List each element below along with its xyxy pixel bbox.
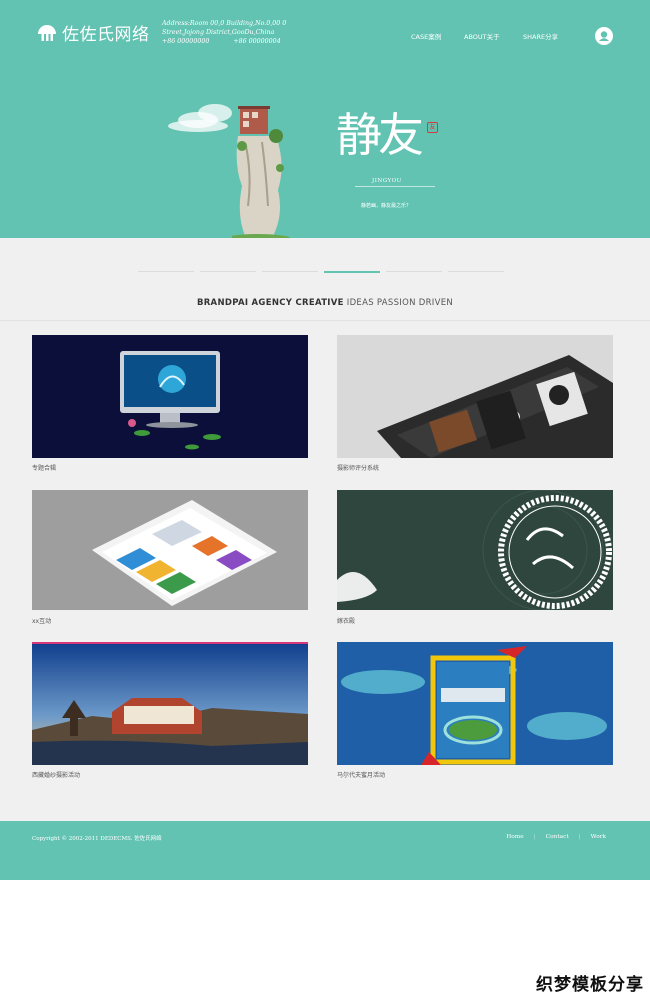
- slider-indicator[interactable]: [448, 271, 504, 272]
- portfolio-card[interactable]: 嫁衣殿: [337, 490, 613, 625]
- slider-indicator[interactable]: [262, 271, 318, 272]
- phone-1: +86 00000000: [162, 38, 210, 45]
- portfolio-caption: 嫁衣殿: [337, 618, 356, 625]
- hero-calligraphy: 静友: [336, 108, 424, 162]
- hero-tagline: 静若幽，静友最之乐？: [361, 203, 412, 209]
- agency-slogan: BRANDPAI AGENCY CREATIVE IDEAS PASSION D…: [0, 298, 650, 308]
- footer-link-home[interactable]: Home: [506, 834, 523, 840]
- hero-banner: 佐佐氏网络 Address:Room 00,0 Building,No.0,00…: [0, 0, 650, 238]
- link-separator: |: [578, 834, 581, 840]
- cloud-decoration: [168, 120, 228, 132]
- phone-2: +86 00000004: [233, 38, 281, 45]
- portfolio-image-maldives[interactable]: [337, 642, 613, 765]
- portfolio-card[interactable]: 专题合辑: [32, 335, 308, 472]
- portfolio-caption: 马尔代夫蜜月活动: [337, 772, 386, 779]
- umbrella-icon: [36, 22, 58, 44]
- footer-link-work[interactable]: Work: [591, 834, 606, 840]
- brand-name: 佐佐氏网络: [62, 25, 150, 45]
- portfolio-image-imac[interactable]: [32, 335, 308, 458]
- section-divider: [0, 320, 650, 321]
- portfolio-card[interactable]: xx互动: [32, 490, 308, 625]
- hero-subtitle: JINGYOU: [372, 178, 402, 184]
- page: 佐佐氏网络 Address:Room 00,0 Building,No.0,00…: [0, 0, 650, 1000]
- portfolio-image-tablet[interactable]: [337, 335, 613, 458]
- portfolio-image-app[interactable]: [32, 490, 308, 610]
- slider-indicator[interactable]: [138, 271, 194, 272]
- watermark-text: 织梦模板分享: [536, 975, 644, 995]
- rock-tower-illustration: [224, 106, 292, 238]
- nav-share[interactable]: SHARE分享: [523, 31, 558, 41]
- portfolio-image-tibet[interactable]: [32, 642, 308, 765]
- portfolio-card[interactable]: 西藏婚纱摄影活动: [32, 642, 308, 779]
- portfolio-caption: xx互动: [32, 618, 52, 625]
- nav-case[interactable]: CASE案例: [411, 31, 441, 41]
- company-address: Address:Room 00,0 Building,No.0,00 0 Str…: [162, 20, 287, 36]
- slogan-bold: BRANDPAI AGENCY CREATIVE: [196, 298, 344, 308]
- hero-subtitle-line: [355, 186, 435, 188]
- nav-about[interactable]: ABOUT关于: [464, 31, 500, 41]
- content-section: BRANDPAI AGENCY CREATIVE IDEAS PASSION D…: [0, 238, 650, 821]
- copyright-text: Copyright © 2002-2011 DEDECMS. 佐佐氏网络: [32, 836, 162, 842]
- slider-indicator-active[interactable]: [324, 270, 380, 273]
- portfolio-image-wedding[interactable]: [337, 490, 613, 610]
- footer-link-contact[interactable]: Contact: [546, 834, 569, 840]
- slider-indicator[interactable]: [386, 271, 442, 272]
- logo[interactable]: 佐佐氏网络: [36, 20, 150, 45]
- link-separator: |: [533, 834, 536, 840]
- portfolio-card[interactable]: 摄影师评分系统: [337, 335, 613, 472]
- portfolio-caption: 摄影师评分系统: [337, 465, 380, 472]
- portfolio-card[interactable]: 马尔代夫蜜月活动: [337, 642, 613, 779]
- red-seal: 友: [427, 122, 438, 133]
- slogan-rest: IDEAS PASSION DRIVEN: [346, 298, 454, 308]
- portfolio-caption: 专题合辑: [32, 465, 57, 472]
- phone-numbers: +86 00000000 +86 00000004: [162, 38, 303, 45]
- footer: Copyright © 2002-2011 DEDECMS. 佐佐氏网络 Hom…: [0, 821, 650, 880]
- footer-links: Home | Contact | Work: [506, 834, 606, 840]
- slider-indicator[interactable]: [200, 271, 256, 272]
- portfolio-caption: 西藏婚纱摄影活动: [32, 772, 81, 779]
- user-icon[interactable]: [595, 27, 613, 45]
- slider-indicators: [138, 270, 510, 273]
